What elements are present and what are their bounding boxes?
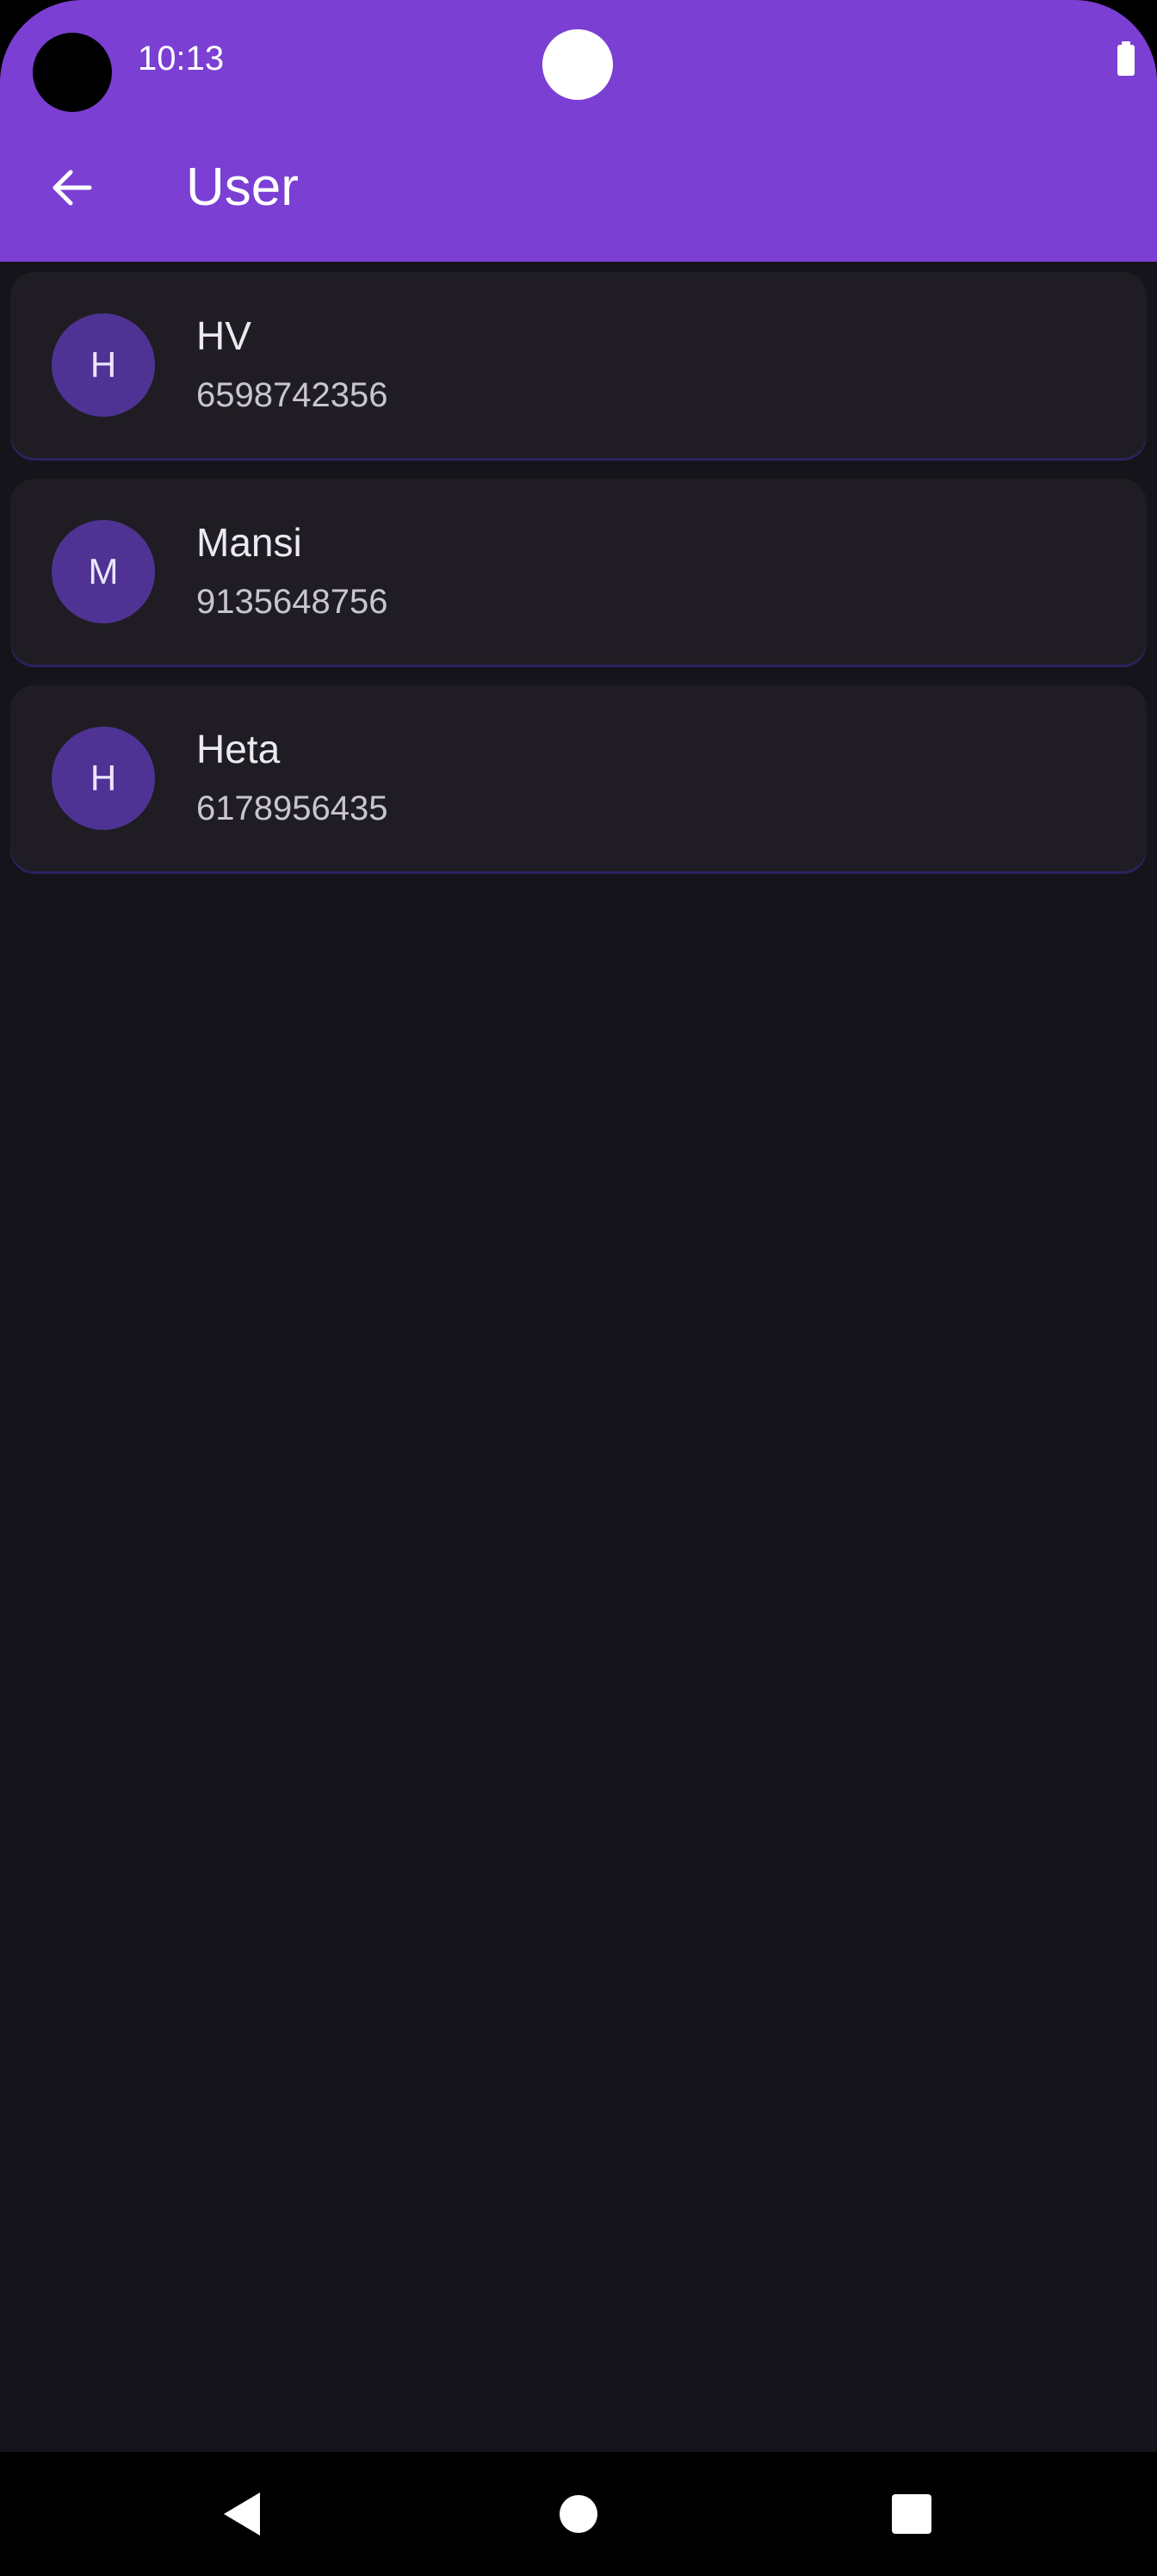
camera-cutout (33, 33, 112, 112)
avatar: M (52, 520, 155, 623)
avatar: H (52, 727, 155, 830)
user-phone: 6598742356 (196, 376, 388, 414)
avatar: H (52, 313, 155, 417)
status-time: 10:13 (138, 40, 225, 77)
nav-back-button[interactable] (196, 2469, 286, 2559)
user-name: Heta (196, 727, 281, 771)
user-card[interactable]: H HV 6598742356 (10, 272, 1147, 458)
back-button[interactable] (31, 146, 114, 229)
nav-recents-button[interactable] (867, 2469, 956, 2559)
circle-home-icon (560, 2495, 597, 2533)
battery-icon (1117, 41, 1135, 76)
arrow-left-icon (53, 170, 92, 206)
user-card[interactable]: H Heta 6178956435 (10, 685, 1147, 871)
user-name: Mansi (196, 520, 302, 565)
system-nav-bar (0, 2452, 1157, 2576)
square-recents-icon (892, 2494, 931, 2534)
app-bar: 10:13 User (0, 0, 1157, 262)
notification-dot-icon (542, 29, 613, 100)
user-card[interactable]: M Mansi 9135648756 (10, 479, 1147, 665)
page-title: User (186, 158, 299, 217)
user-phone: 9135648756 (196, 583, 388, 621)
phone-screen: 10:13 User H HV 6598742356 M Mansi 91356… (0, 0, 1157, 2576)
nav-home-button[interactable] (534, 2469, 623, 2559)
user-phone: 6178956435 (196, 790, 388, 827)
user-name: HV (196, 313, 251, 358)
triangle-back-icon (224, 2492, 260, 2536)
user-list: H HV 6598742356 M Mansi 9135648756 H Het… (10, 272, 1147, 892)
